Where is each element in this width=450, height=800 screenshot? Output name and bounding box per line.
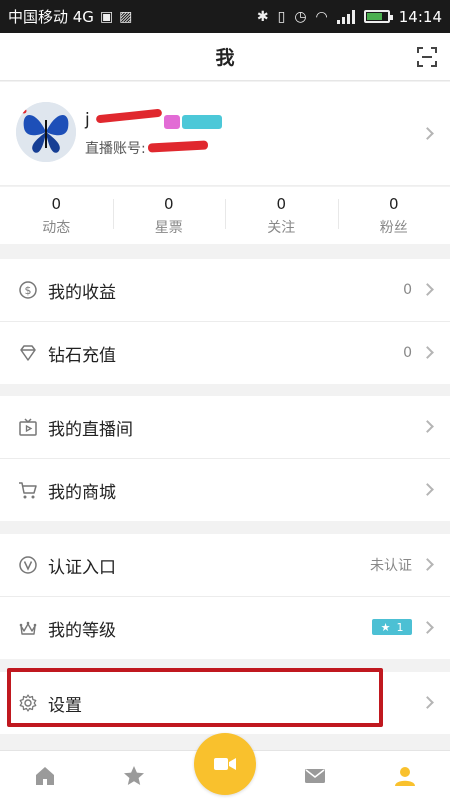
page-title: 我 <box>215 47 235 69</box>
stat-label: 粉丝 <box>379 220 408 236</box>
chevron-right-icon <box>421 621 434 634</box>
stat-fans[interactable]: 0 粉丝 <box>337 187 450 244</box>
menu-label: 钻石充值 <box>48 345 116 366</box>
scan-icon[interactable] <box>416 46 438 68</box>
stats-bar: 0 动态 0 星票 0 关注 0 粉丝 <box>0 187 450 244</box>
chevron-right-icon <box>421 346 434 359</box>
menu-label: 认证入口 <box>48 557 116 578</box>
chevron-right-icon <box>421 558 434 571</box>
alarm-icon: ◷ <box>294 8 307 25</box>
video-camera-icon <box>214 758 236 770</box>
username-redaction <box>95 108 163 124</box>
menu-item-shop[interactable]: 我的商城 <box>0 459 450 521</box>
chevron-right-icon <box>421 127 434 140</box>
chevron-right-icon <box>421 483 434 496</box>
stat-following[interactable]: 0 关注 <box>225 187 338 244</box>
live-id-label: 直播账号: <box>85 141 146 157</box>
chevron-right-icon <box>421 420 434 433</box>
image-icon: ▨ <box>119 8 133 25</box>
menu-item-recharge[interactable]: 钻石充值 0 <box>0 322 450 384</box>
sim-icon: ▣ <box>99 8 114 25</box>
level-tag <box>182 115 222 129</box>
menu-label: 我的收益 <box>48 282 116 303</box>
stat-value: 0 <box>276 195 287 213</box>
stat-star-tickets[interactable]: 0 星票 <box>112 187 226 244</box>
chevron-right-icon <box>421 283 434 296</box>
menu-item-verification[interactable]: 认证入口 未认证 <box>0 534 450 596</box>
battery-icon <box>363 10 393 23</box>
star-icon[interactable] <box>122 764 146 788</box>
verification-status: 未认证 <box>370 558 412 574</box>
menu-label: 我的直播间 <box>48 419 133 440</box>
vibrate-icon: ▯ <box>277 8 286 25</box>
star-icon: ★ <box>380 620 391 634</box>
tv-play-icon <box>19 418 37 436</box>
stat-label: 星票 <box>154 220 183 236</box>
bluetooth-icon: ✱ <box>256 8 269 25</box>
username: j <box>85 110 90 130</box>
stat-label: 动态 <box>42 220 71 236</box>
stat-value: 0 <box>51 195 62 213</box>
dollar-coin-icon: $ <box>19 281 37 299</box>
chevron-right-icon <box>421 696 434 709</box>
signal-icon <box>336 9 355 24</box>
level-number: 1 <box>396 620 404 634</box>
profile-card[interactable]: j 直播账号: <box>0 82 450 186</box>
header: 我 <box>0 33 450 81</box>
home-icon[interactable] <box>33 764 57 788</box>
diamond-value: 0 <box>403 345 412 361</box>
stat-label: 关注 <box>267 220 296 236</box>
person-icon[interactable] <box>393 764 417 788</box>
status-bar: 中国移动 4G ▣ ▨ ✱ ▯ ◷ ◠ 14:14 <box>0 0 450 33</box>
stat-posts[interactable]: 0 动态 <box>0 187 113 244</box>
menu-item-level[interactable]: 我的等级 ★ 1 <box>0 597 450 659</box>
stat-value: 0 <box>163 195 174 213</box>
wifi-icon: ◠ <box>315 8 328 25</box>
menu-label: 设置 <box>48 695 82 716</box>
menu-label: 我的等级 <box>48 620 116 641</box>
butterfly-icon <box>16 102 76 162</box>
status-time: 14:14 <box>398 7 442 26</box>
menu-label: 我的商城 <box>48 482 116 503</box>
earnings-value: 0 <box>403 282 412 298</box>
carrier-label: 中国移动 4G <box>8 8 94 26</box>
diamond-icon <box>20 345 36 361</box>
start-live-button[interactable] <box>194 733 256 795</box>
gender-badge <box>164 115 180 129</box>
crown-icon <box>19 621 37 635</box>
verified-v-icon <box>19 556 37 574</box>
menu-item-settings[interactable]: 设置 <box>0 672 450 734</box>
svg-text:$: $ <box>25 284 32 297</box>
level-badge: ★ 1 <box>372 619 412 635</box>
menu-item-earnings[interactable]: $ 我的收益 0 <box>0 259 450 321</box>
mail-icon[interactable] <box>303 764 327 788</box>
menu-item-live-room[interactable]: 我的直播间 <box>0 396 450 458</box>
avatar[interactable] <box>16 102 76 162</box>
live-id-redaction <box>147 140 209 153</box>
cart-icon <box>19 482 37 499</box>
stat-value: 0 <box>388 195 399 213</box>
gear-icon <box>19 694 37 712</box>
